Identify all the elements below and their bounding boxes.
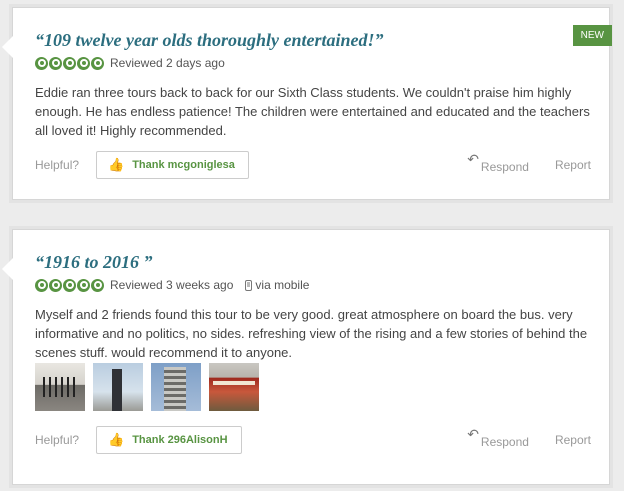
review-card: NEW “109 twelve year olds thoroughly ent… bbox=[2, 7, 612, 200]
rating-row: Reviewed 2 days ago bbox=[35, 56, 225, 70]
review-text: Myself and 2 friends found this tour to … bbox=[35, 307, 588, 360]
thank-label: Thank 296AlisonH bbox=[132, 434, 228, 446]
report-link[interactable]: Report bbox=[555, 158, 591, 172]
rating-bubble-icon bbox=[91, 278, 104, 292]
thank-button[interactable]: 👍 Thank 296AlisonH bbox=[96, 426, 242, 454]
report-link[interactable]: Report bbox=[555, 433, 591, 447]
mobile-phone-icon bbox=[245, 279, 253, 291]
review-photo-thumbnail[interactable] bbox=[209, 363, 259, 411]
thank-label: Thank mcgoniglesa bbox=[132, 159, 235, 171]
respond-link[interactable]: ↶ Respond bbox=[467, 151, 529, 174]
rating-bubble-icon bbox=[77, 278, 90, 292]
thumbs-up-icon: 👍 bbox=[108, 157, 125, 172]
review-footer: Helpful? 👍 Thank mcgoniglesa ↶ Respond R… bbox=[35, 151, 591, 179]
review-date: Reviewed 2 days ago bbox=[110, 56, 225, 70]
review-photo-thumbnail[interactable] bbox=[93, 363, 143, 411]
review-text: Eddie ran three tours back to back for o… bbox=[35, 85, 590, 138]
reply-arrow-icon: ↶ bbox=[467, 425, 479, 442]
thank-button[interactable]: 👍 Thank mcgoniglesa bbox=[96, 151, 249, 179]
rating-bubbles bbox=[35, 56, 104, 70]
rating-bubble-icon bbox=[63, 278, 76, 292]
rating-bubble-icon bbox=[49, 56, 62, 70]
review-photo-thumbnail[interactable] bbox=[151, 363, 201, 411]
review-title[interactable]: “1916 to 2016 ” bbox=[35, 252, 153, 273]
reply-arrow-icon: ↶ bbox=[467, 150, 479, 167]
rating-bubble-icon bbox=[35, 278, 48, 292]
respond-label: Respond bbox=[480, 159, 529, 174]
helpful-label: Helpful? bbox=[35, 158, 80, 172]
rating-bubble-icon bbox=[35, 56, 48, 70]
review-photos bbox=[35, 363, 259, 411]
thumbs-up-icon: 👍 bbox=[108, 432, 125, 447]
rating-row: Reviewed 3 weeks ago via mobile bbox=[35, 278, 309, 292]
respond-label: Respond bbox=[480, 434, 529, 449]
review-date: Reviewed 3 weeks ago bbox=[110, 278, 234, 292]
respond-link[interactable]: ↶ Respond bbox=[467, 426, 529, 449]
rating-bubbles bbox=[35, 278, 104, 292]
rating-bubble-icon bbox=[91, 56, 104, 70]
helpful-label: Helpful? bbox=[35, 433, 80, 447]
review-footer: Helpful? 👍 Thank 296AlisonH ↶ Respond Re… bbox=[35, 426, 591, 454]
review-title[interactable]: “109 twelve year olds thoroughly enterta… bbox=[35, 30, 384, 51]
via-mobile-label: via mobile bbox=[255, 278, 310, 292]
rating-bubble-icon bbox=[77, 56, 90, 70]
new-badge: NEW bbox=[572, 25, 612, 46]
rating-bubble-icon bbox=[63, 56, 76, 70]
review-card: “1916 to 2016 ” Reviewed 3 weeks ago via… bbox=[2, 229, 610, 485]
rating-bubble-icon bbox=[49, 278, 62, 292]
review-photo-thumbnail[interactable] bbox=[35, 363, 85, 411]
